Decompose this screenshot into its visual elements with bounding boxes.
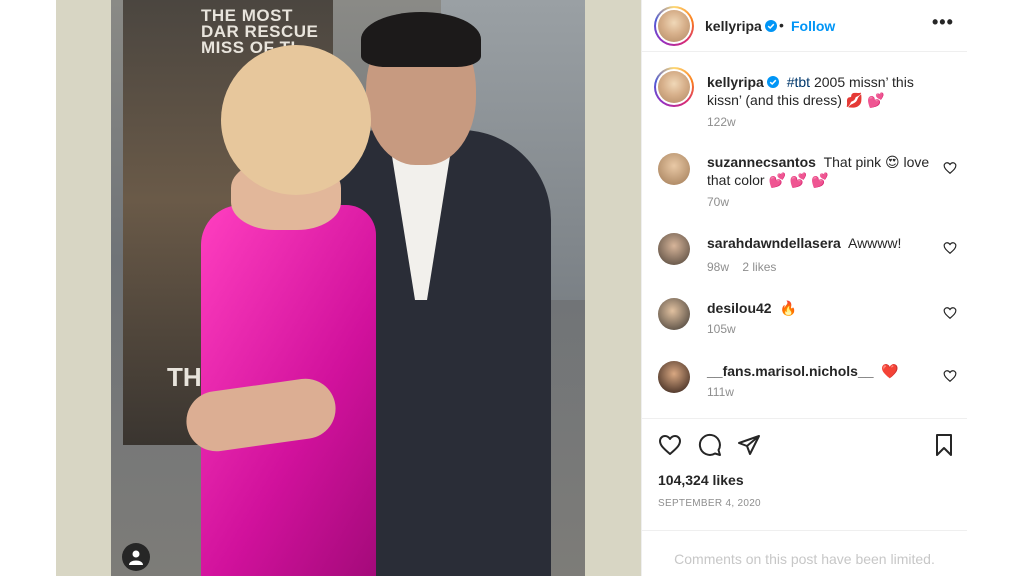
commenter-avatar[interactable]: [658, 298, 690, 330]
comment-likes[interactable]: 2 likes: [742, 260, 776, 274]
post-date[interactable]: SEPTEMBER 4, 2020: [658, 498, 761, 509]
comments-limited-notice: Comments on this post have been limited.: [642, 530, 967, 576]
comment-body: Awwww!: [847, 235, 902, 251]
comment-text: desilou42 🔥: [707, 299, 932, 317]
follow-button[interactable]: Follow: [791, 18, 835, 34]
header-username[interactable]: kellyripa: [705, 18, 777, 34]
post-photo-panel: THE MOST DAR RESCUE MISS OF TI THE: [56, 0, 641, 576]
comment-body: ❤️: [881, 363, 899, 379]
caption-username[interactable]: kellyripa: [707, 74, 779, 90]
comment-username[interactable]: __fans.marisol.nichols__: [707, 363, 874, 379]
header-avatar[interactable]: [654, 6, 694, 46]
comment-time[interactable]: 98w: [707, 260, 729, 274]
caption-meta: 122w: [707, 115, 746, 129]
comment-meta: 70w: [707, 195, 739, 209]
comment-like-heart-icon[interactable]: [943, 241, 957, 255]
comment-username[interactable]: sarahdawndellasera: [707, 235, 841, 251]
bookmark-icon[interactable]: [932, 433, 956, 457]
comment-text: suzannecsantos That pink 😍 love that col…: [707, 153, 932, 189]
caption-time[interactable]: 122w: [707, 115, 736, 129]
woman-head: [221, 45, 371, 195]
post-actions: 104,324 likes SEPTEMBER 4, 2020: [642, 418, 967, 530]
caption-avatar[interactable]: [654, 67, 694, 107]
comment-username[interactable]: suzannecsantos: [707, 154, 816, 170]
comment-time[interactable]: 111w: [707, 385, 734, 399]
more-horizontal-icon[interactable]: •••: [932, 12, 954, 33]
comment-meta: 98w 2 likes: [707, 260, 786, 274]
user-icon: [129, 550, 143, 565]
comment-meta: 111w: [707, 385, 744, 399]
likes-count[interactable]: 104,324 likes: [658, 472, 744, 488]
comment-like-heart-icon[interactable]: [943, 306, 957, 320]
post-header: kellyripa • Follow •••: [642, 0, 967, 52]
commenter-avatar[interactable]: [658, 361, 690, 393]
comment-username[interactable]: desilou42: [707, 300, 772, 316]
verified-badge-icon: [766, 76, 779, 88]
post-photo[interactable]: THE MOST DAR RESCUE MISS OF TI THE: [111, 0, 585, 576]
comment-icon[interactable]: [698, 433, 722, 457]
man-hair: [361, 12, 481, 67]
share-icon[interactable]: [737, 433, 761, 457]
post-side-panel: kellyripa • Follow ••• kellyripa #tbt 20…: [641, 0, 967, 576]
comment-text: sarahdawndellasera Awwww!: [707, 234, 932, 252]
commenter-avatar[interactable]: [658, 233, 690, 265]
comment-like-heart-icon[interactable]: [943, 161, 957, 175]
commenter-avatar[interactable]: [658, 153, 690, 185]
caption-hashtag[interactable]: #tbt: [787, 74, 810, 90]
comment-time[interactable]: 105w: [707, 322, 736, 336]
comment-time[interactable]: 70w: [707, 195, 729, 209]
comment-body: 🔥: [779, 300, 797, 316]
comment-like-heart-icon[interactable]: [943, 369, 957, 383]
comment-text: __fans.marisol.nichols__ ❤️: [707, 362, 932, 380]
comments-list: kellyripa #tbt 2005 missn’ this kissn’ (…: [642, 53, 967, 418]
verified-badge-icon: [764, 20, 777, 32]
comment-meta: 105w: [707, 322, 746, 336]
header-separator: •: [779, 17, 784, 33]
caption-text: kellyripa #tbt 2005 missn’ this kissn’ (…: [707, 73, 932, 109]
tagged-user-button[interactable]: [122, 543, 150, 571]
heart-icon[interactable]: [658, 433, 682, 457]
